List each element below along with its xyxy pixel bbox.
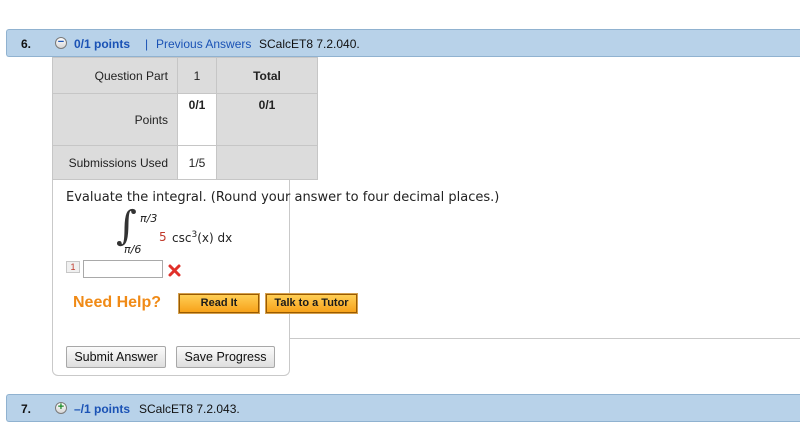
question-7-header: 7. + –/1 points SCalcET8 7.2.043. (6, 394, 800, 422)
question-number: 6. (21, 37, 32, 51)
table-row: Submissions Used 1/5 (52, 145, 318, 180)
integrand: csc3(x) dx (172, 230, 232, 245)
submissions-used-label: Submissions Used (52, 145, 178, 180)
question-code: SCalcET8 7.2.043. (139, 402, 240, 416)
points-status: 0/1 points (74, 37, 131, 51)
x-mark-icon (168, 264, 181, 277)
answer-input[interactable] (83, 260, 163, 278)
upper-limit: π/3 (140, 212, 158, 225)
part-points: 0/1 (177, 93, 217, 146)
table-row: Question Part 1 Total (52, 57, 318, 94)
question-6-header: 6. − 0/1 points | Previous Answers SCalc… (6, 29, 800, 57)
submissions-total-empty (216, 145, 318, 180)
points-status: –/1 points (74, 402, 131, 416)
separator: | (145, 37, 149, 51)
integral-expression: ∫ π/3 π/6 5 csc3(x) dx (116, 206, 266, 258)
function-argument: (x) dx (197, 231, 233, 245)
talk-to-tutor-button[interactable]: Talk to a Tutor (265, 293, 358, 314)
integral-sign: ∫ (116, 203, 137, 249)
answer-part-number: 1 (66, 261, 80, 273)
submissions-used-value: 1/5 (177, 145, 217, 180)
previous-answers-link[interactable]: Previous Answers (156, 37, 251, 51)
function-name: csc (172, 231, 192, 245)
divider (289, 338, 800, 339)
points-label: Points (52, 93, 178, 146)
lower-limit: π/6 (124, 243, 142, 256)
scores-table: Question Part 1 Total Points 0/1 0/1 Sub… (52, 57, 318, 180)
question-code: SCalcET8 7.2.040. (259, 37, 360, 51)
expand-plus-icon[interactable]: + (55, 402, 67, 414)
total-header: Total (216, 57, 318, 94)
submit-answer-button[interactable]: Submit Answer (66, 346, 166, 368)
read-it-button[interactable]: Read It (178, 293, 260, 314)
question-number: 7. (21, 402, 32, 416)
question-part-label: Question Part (52, 57, 178, 94)
collapse-minus-icon[interactable]: − (55, 37, 67, 49)
need-help-label: Need Help? (73, 294, 162, 311)
coefficient: 5 (159, 230, 167, 244)
save-progress-button[interactable]: Save Progress (176, 346, 275, 368)
table-row: Points 0/1 0/1 (52, 93, 318, 146)
total-points: 0/1 (216, 93, 318, 146)
question-part-number: 1 (177, 57, 217, 94)
